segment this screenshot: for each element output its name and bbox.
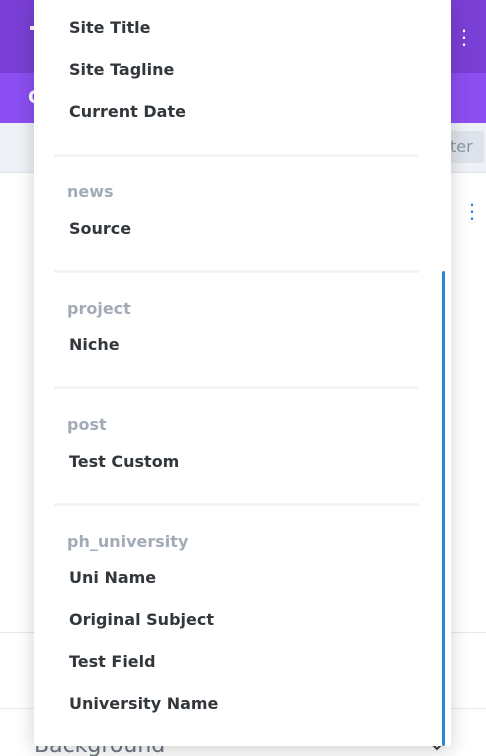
- dropdown-item-site-title[interactable]: Site Title: [69, 18, 150, 38]
- header-more-icon[interactable]: ⋮: [454, 26, 474, 48]
- dropdown-scrollbar[interactable]: [442, 271, 445, 746]
- dropdown-item-original-subject[interactable]: Original Subject: [69, 610, 214, 630]
- dropdown-group-post: post: [67, 415, 107, 434]
- dropdown-item-test-custom[interactable]: Test Custom: [69, 452, 179, 472]
- dropdown-item-current-date[interactable]: Current Date: [69, 102, 186, 122]
- dropdown-item-test-field[interactable]: Test Field: [69, 652, 156, 672]
- dropdown-group-news: news: [67, 182, 114, 201]
- dropdown-item-source[interactable]: Source: [69, 219, 131, 239]
- dropdown-item-uni-name[interactable]: Uni Name: [69, 568, 156, 588]
- dropdown-group-project: project: [67, 299, 131, 318]
- dropdown-divider: [54, 270, 419, 273]
- dropdown-item-university-name[interactable]: University Name: [69, 694, 218, 714]
- dropdown-divider: [54, 386, 419, 389]
- dropdown-item-niche[interactable]: Niche: [69, 335, 120, 355]
- dropdown-item-site-tagline[interactable]: Site Tagline: [69, 60, 174, 80]
- dropdown-group-ph-university: ph_university: [67, 532, 189, 551]
- dropdown-divider: [54, 503, 419, 506]
- field-more-icon[interactable]: ⋮: [462, 200, 482, 222]
- dropdown-divider: [54, 154, 419, 157]
